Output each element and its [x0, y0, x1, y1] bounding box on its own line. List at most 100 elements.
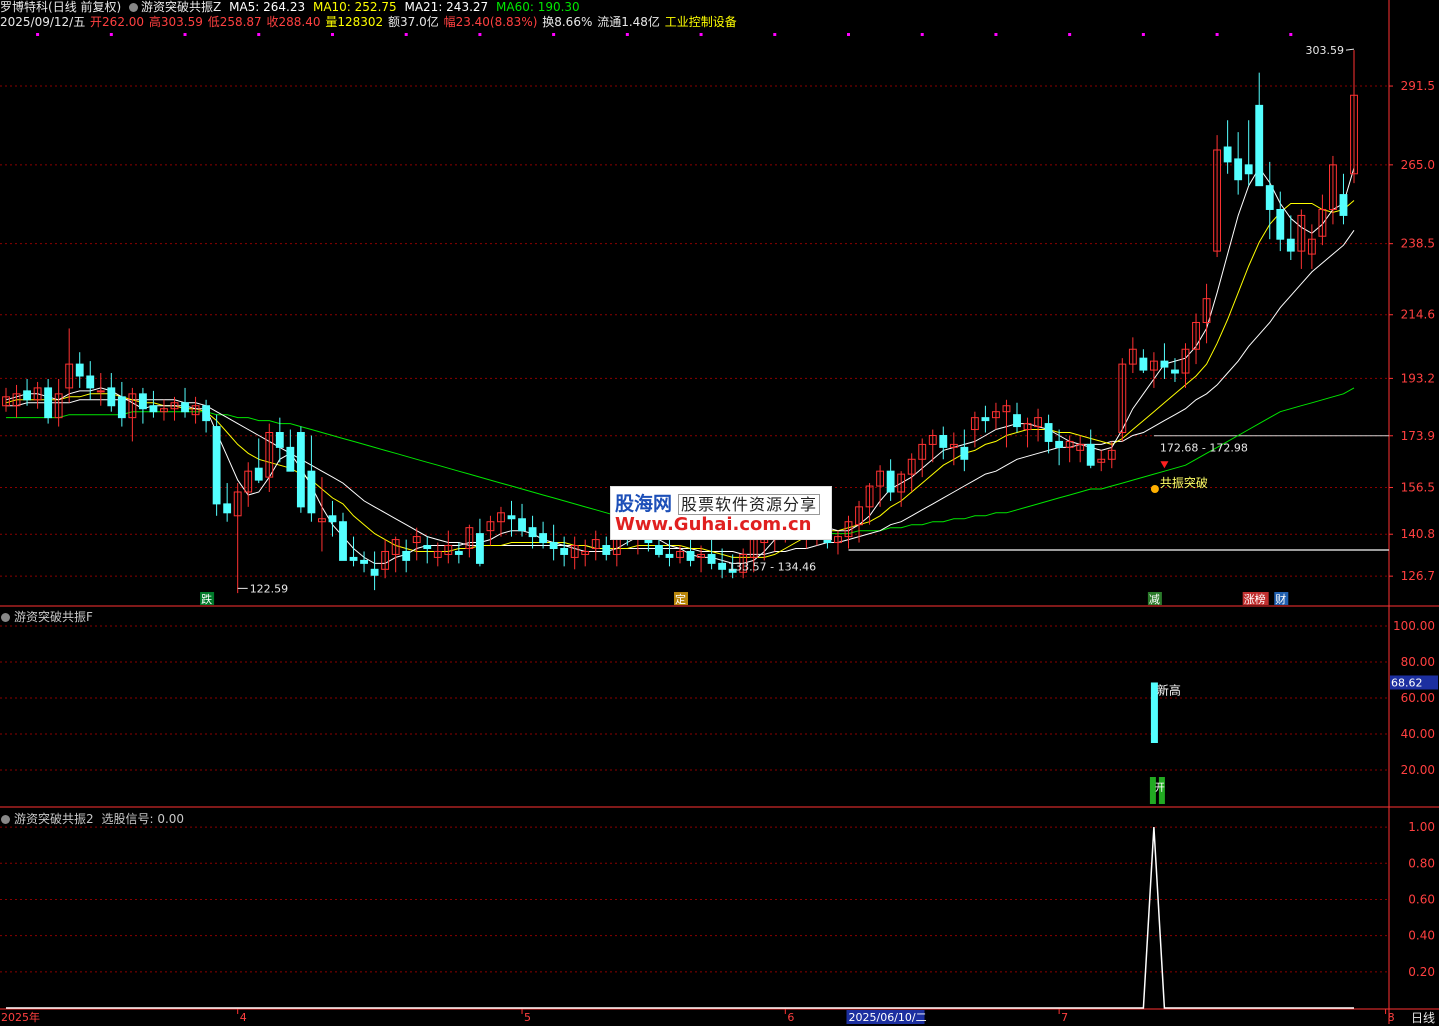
candle-body — [1234, 158, 1243, 181]
candle — [128, 387, 137, 442]
candle-body — [886, 470, 895, 493]
candle — [1128, 337, 1137, 374]
candle — [1297, 209, 1306, 269]
candle — [96, 373, 105, 406]
candle — [244, 462, 253, 507]
indicator-name[interactable]: 游资突破共振Z — [141, 0, 221, 14]
annotation-signal: 共振突破 — [1160, 475, 1208, 490]
candle — [1118, 358, 1127, 442]
main-y-tick-label: 193.2 — [1401, 371, 1435, 385]
candle — [265, 423, 274, 492]
x-axis-tick-label: 2025年 — [1, 1010, 40, 1024]
pane3-y-tick-label: 0.80 — [1408, 856, 1435, 870]
quote-float: 流通1.48亿 — [597, 15, 660, 29]
candle-body — [202, 405, 211, 422]
signal-dot — [699, 33, 703, 36]
candle — [391, 536, 400, 573]
candle — [381, 539, 390, 579]
x-axis-tick-label: 4 — [240, 1011, 247, 1024]
candle-body — [507, 515, 516, 520]
signal-dot — [330, 33, 334, 36]
main-y-tick-label: 156.5 — [1401, 481, 1435, 495]
candle-body — [707, 553, 716, 564]
candle-body — [138, 393, 147, 410]
x-axis-tick-label: 7 — [1061, 1011, 1068, 1024]
pane3-y-tick-label: 0.40 — [1408, 929, 1435, 943]
candle — [1276, 191, 1285, 252]
pane2-bar-label: 新高 — [1157, 682, 1181, 697]
x-axis-cursor-date: 2025/06/10/二 — [849, 1011, 927, 1024]
pane3-title-text: 游资突破共振2 — [14, 812, 94, 826]
pane3-y-tick-label: 1.00 — [1408, 820, 1435, 834]
candle-body — [117, 396, 126, 419]
candle — [433, 542, 442, 567]
stock-name[interactable]: 罗博特科 — [0, 0, 48, 14]
main-y-tick-label: 238.5 — [1401, 237, 1435, 251]
watermark-subtitle: 股票软件资源分享 — [678, 494, 821, 515]
candle-body — [107, 387, 116, 407]
candle-body — [339, 521, 347, 561]
candle-body — [1055, 440, 1064, 448]
candle-body — [475, 533, 484, 564]
signal-hand-icon — [1150, 485, 1159, 494]
signal-dot — [1215, 33, 1219, 36]
pane2-y-tick-label: 80.00 — [1401, 655, 1435, 669]
pane3-settings-icon[interactable] — [1, 815, 10, 824]
candle-body — [1139, 357, 1148, 371]
pane2-y-tick-label: 60.00 — [1401, 691, 1435, 705]
signal-dot — [36, 33, 40, 36]
candle — [939, 426, 948, 460]
candle — [318, 477, 326, 552]
candle-body — [1339, 194, 1348, 216]
candle-body — [254, 467, 263, 481]
quote-close: 收288.40 — [266, 15, 321, 29]
candle — [117, 381, 126, 427]
signal-arrow-icon — [1160, 461, 1169, 469]
header-row-2: 2025/09/12/五 开262.00 高303.59 低258.87 收28… — [0, 15, 741, 30]
candle — [254, 438, 263, 484]
indicator-settings-icon[interactable] — [129, 3, 139, 12]
candle — [181, 387, 189, 418]
period-mode: (日线 前复权) — [48, 0, 122, 14]
event-tag-label: 跌 — [201, 592, 212, 606]
candle — [1097, 450, 1106, 472]
pane3-title[interactable]: 游资突破共振2 选股信号: 0.00 — [0, 810, 184, 827]
candle — [349, 536, 358, 567]
signal-dot — [625, 33, 629, 36]
signal-dot — [1289, 33, 1293, 36]
candle — [1202, 283, 1211, 344]
pane2-title[interactable]: 游资突破共振F — [0, 608, 93, 625]
candle — [23, 378, 31, 406]
candle — [444, 530, 453, 564]
watermark: 股海网 股票软件资源分享 Www.Guhai.com.cn — [610, 486, 832, 540]
pane2-y-tick-label: 100.00 — [1393, 619, 1435, 633]
event-tag-label: 减 — [1149, 593, 1160, 606]
candle — [707, 539, 716, 570]
candle-body — [528, 527, 537, 538]
candle-body — [307, 470, 316, 514]
candle-body — [1086, 443, 1095, 466]
signal-dot — [552, 33, 556, 36]
candle — [423, 536, 432, 564]
candle-body — [360, 559, 368, 564]
candle — [360, 551, 368, 573]
candle — [1286, 215, 1295, 261]
watermark-url: Www.Guhai.com.cn — [615, 514, 812, 535]
candle — [1076, 435, 1085, 463]
pane2-settings-icon[interactable] — [1, 613, 10, 622]
signal-dot — [847, 33, 850, 36]
pane3-y-tick-label: 0.20 — [1408, 965, 1435, 979]
quote-date: 2025/09/12/五 — [0, 15, 86, 29]
candle-body — [539, 533, 548, 544]
candle — [602, 536, 611, 561]
quote-industry[interactable]: 工业控制设备 — [665, 15, 737, 29]
candle-body — [96, 390, 105, 393]
candle — [1234, 132, 1243, 195]
candle-body — [1044, 423, 1053, 442]
candle-body — [275, 432, 284, 448]
watermark-title: 股海网 — [615, 493, 673, 515]
candle — [65, 328, 74, 403]
candle-body — [423, 545, 432, 549]
pane2-title-text: 游资突破共振F — [14, 610, 93, 624]
period-button[interactable]: 日线 — [1411, 1009, 1435, 1026]
